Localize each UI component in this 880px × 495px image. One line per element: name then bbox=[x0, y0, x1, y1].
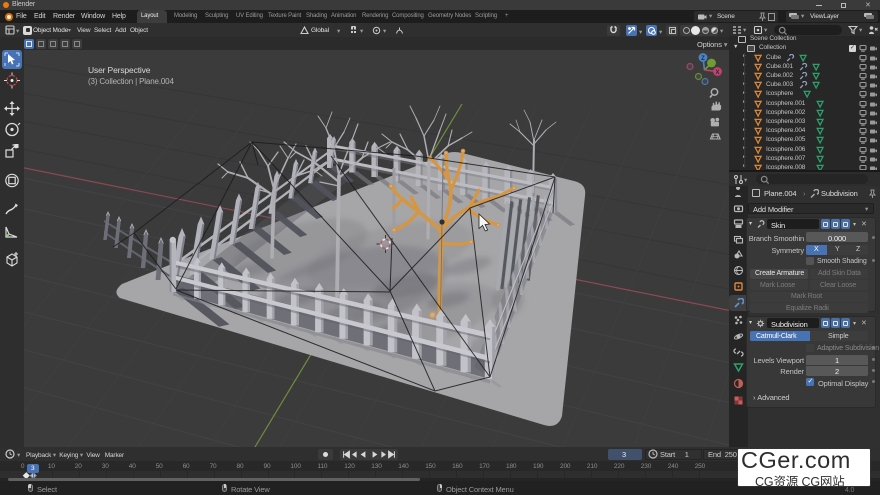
svg-text:Z: Z bbox=[701, 56, 705, 62]
svg-text:X: X bbox=[715, 70, 719, 76]
